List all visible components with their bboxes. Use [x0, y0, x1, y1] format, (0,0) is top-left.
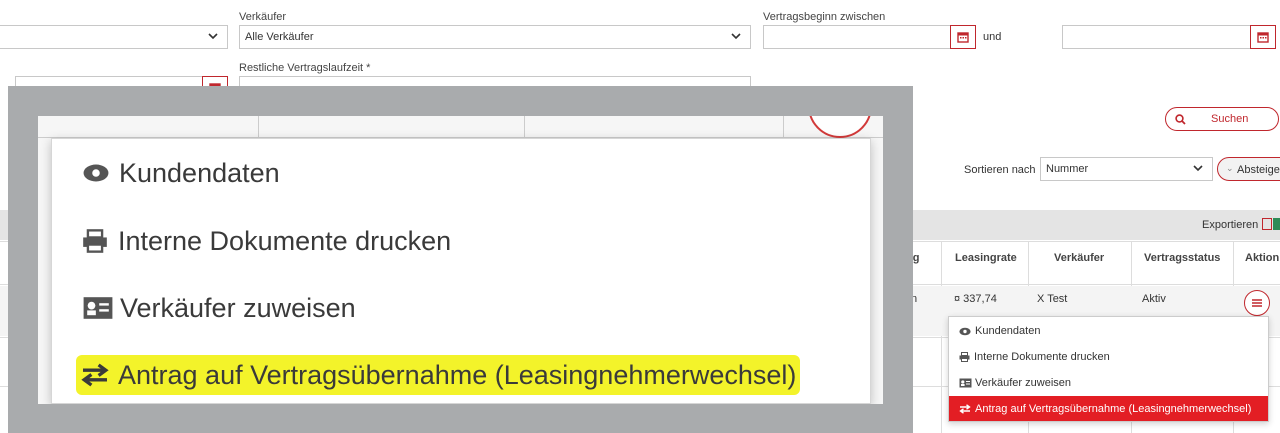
header-aktion: Aktion	[1245, 252, 1280, 264]
menu-item-antrag-vertragsuebernahme[interactable]: Antrag auf Vertragsübernahme (Leasingneh…	[949, 396, 1268, 421]
row-status: Aktiv	[1142, 293, 1166, 305]
zoom-menu: Kundendaten Interne Dokumente drucken Ve…	[51, 138, 871, 404]
vertragsbeginn-from-input[interactable]	[763, 25, 976, 49]
restliche-laufzeit-label: Restliche Vertragslaufzeit *	[239, 62, 371, 74]
zoom-item-label: Interne Dokumente drucken	[118, 225, 452, 256]
header-verkaeufer[interactable]: Verkäufer	[1054, 252, 1104, 264]
header-vertragsstatus[interactable]: Vertragsstatus	[1144, 252, 1220, 264]
calendar-icon[interactable]	[1250, 25, 1276, 49]
sort-select[interactable]: Nummer	[1040, 157, 1213, 181]
search-button[interactable]: Suchen	[1165, 107, 1279, 131]
action-dropdown-menu: Kundendaten Interne Dokumente drucken Ve…	[948, 316, 1269, 422]
action-menu-button[interactable]	[1244, 290, 1270, 316]
menu-item-label: Verkäufer zuweisen	[975, 377, 1071, 389]
calendar-icon[interactable]	[950, 25, 976, 49]
verkaeufer-label: Verkäufer	[239, 11, 287, 23]
sort-desc-icon: ⌄	[1226, 163, 1234, 173]
chevron-down-icon	[208, 33, 218, 40]
sort-label: Sortieren nach	[964, 164, 1036, 176]
zoom-item-label: Verkäufer zuweisen	[120, 292, 356, 323]
zoom-item-label: Kundendaten	[119, 157, 280, 188]
sort-order-label: Absteige	[1237, 164, 1280, 176]
menu-item-verkaeufer-zuweisen[interactable]: Verkäufer zuweisen	[949, 371, 1268, 395]
search-icon	[1175, 114, 1186, 125]
vertragsbeginn-label: Vertragsbeginn zwischen	[763, 11, 886, 23]
export-label[interactable]: Exportieren	[1202, 219, 1258, 231]
menu-item-label: Antrag auf Vertragsübernahme (Leasingneh…	[975, 402, 1252, 415]
menu-item-kundendaten[interactable]: Kundendaten	[949, 319, 1268, 343]
printer-icon	[83, 229, 107, 253]
id-card-icon	[959, 378, 972, 388]
menu-item-interne-dokumente[interactable]: Interne Dokumente drucken	[949, 345, 1268, 369]
zoom-item-verkaeufer-zuweisen: Verkäufer zuweisen	[82, 288, 356, 328]
pdf-icon[interactable]	[1262, 218, 1272, 230]
menu-item-label: Interne Dokumente drucken	[974, 351, 1110, 363]
sort-order-button[interactable]: ⌄ Absteige	[1217, 157, 1280, 181]
zoom-item-antrag-vertragsuebernahme: Antrag auf Vertragsübernahme (Leasingneh…	[76, 355, 801, 395]
zoom-item-label: Antrag auf Vertragsübernahme (Leasingneh…	[118, 359, 797, 390]
zoom-col-divider	[783, 116, 784, 138]
menu-item-label: Kundendaten	[975, 325, 1041, 337]
eye-icon	[83, 164, 109, 182]
chevron-down-icon	[731, 33, 741, 40]
zoom-callout-frame: Kundendaten Interne Dokumente drucken Ve…	[8, 86, 913, 433]
swap-arrows-icon	[81, 363, 109, 387]
verkaeufer-value: Alle Verkäufer	[245, 31, 314, 43]
zoom-col-divider	[258, 116, 259, 138]
zoom-col-divider	[524, 116, 525, 138]
swap-arrows-icon	[959, 403, 971, 414]
und-label: und	[983, 31, 1002, 43]
printer-icon	[959, 352, 970, 362]
zoom-item-interne-dokumente: Interne Dokumente drucken	[82, 221, 451, 261]
eye-icon	[959, 327, 971, 335]
zoom-item-kundendaten: Kundendaten	[82, 153, 280, 193]
vertragsbeginn-to-input[interactable]	[1062, 25, 1276, 49]
sort-value: Nummer	[1046, 163, 1089, 175]
row-leasingrate: ¤ 337,74	[954, 293, 997, 305]
id-card-icon	[83, 297, 113, 319]
zoom-table-strip	[38, 116, 883, 138]
verkaeufer-select[interactable]: Alle Verkäufer	[239, 25, 751, 49]
filter-select-left[interactable]	[0, 25, 228, 49]
chevron-down-icon	[1193, 165, 1203, 172]
search-label: Suchen	[1211, 113, 1249, 125]
excel-icon[interactable]	[1273, 218, 1280, 230]
zoom-callout-content: Kundendaten Interne Dokumente drucken Ve…	[38, 116, 883, 404]
hamburger-icon	[1252, 299, 1262, 307]
row-verkaeufer: X Test	[1037, 293, 1068, 305]
header-leasingrate[interactable]: Leasingrate	[955, 252, 1017, 264]
